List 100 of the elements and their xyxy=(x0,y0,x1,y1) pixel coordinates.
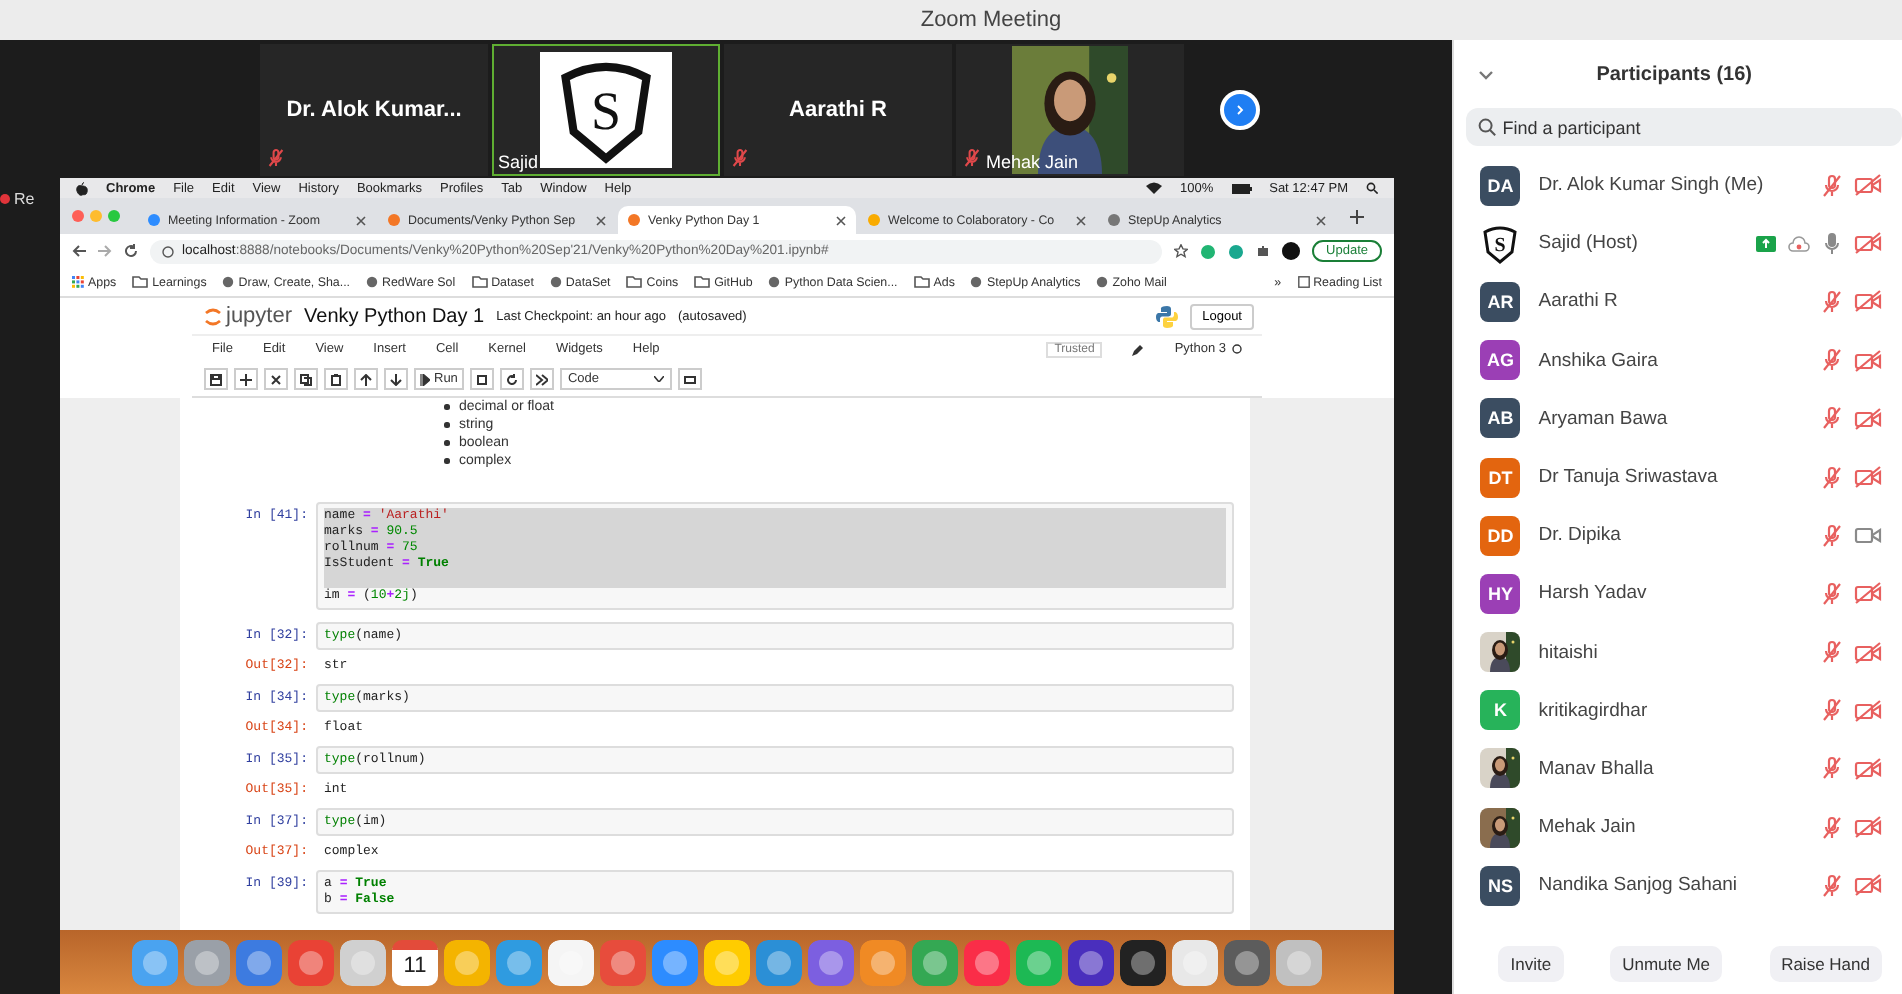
close-icon[interactable] xyxy=(1076,215,1086,225)
close-icon[interactable] xyxy=(836,215,846,225)
video-off-icon[interactable] xyxy=(1854,757,1882,780)
video-tile[interactable]: Dr. Alok Kumar... xyxy=(260,43,488,175)
video-off-icon[interactable] xyxy=(1854,349,1882,372)
forward-icon[interactable] xyxy=(98,244,112,258)
app-icon[interactable] xyxy=(652,939,698,985)
wifi-icon xyxy=(1145,182,1162,194)
close-icon[interactable] xyxy=(596,215,606,225)
muted-mic-icon[interactable] xyxy=(1822,873,1842,898)
participant-name: Dr. Alok Kumar... xyxy=(286,97,462,121)
tool-icon xyxy=(683,373,696,385)
app-icon[interactable] xyxy=(704,939,750,985)
video-off-icon[interactable] xyxy=(1854,874,1882,897)
search-field[interactable]: Find a participant xyxy=(1466,108,1902,146)
panel-button[interactable]: Invite xyxy=(1498,946,1564,983)
video-icon[interactable] xyxy=(1854,524,1882,547)
muted-mic-icon[interactable] xyxy=(1822,756,1842,781)
app-icon[interactable] xyxy=(132,939,178,985)
participant-name: Sajid (Host) xyxy=(1538,232,1640,255)
app-icon[interactable] xyxy=(1120,939,1166,985)
app-icon[interactable] xyxy=(1068,939,1114,985)
participant-name: Dr Tanuja Sriwastava xyxy=(1538,466,1720,489)
app-icon[interactable] xyxy=(808,939,854,985)
participant-name: kritikagirdhar xyxy=(1538,699,1650,722)
toolbar-button[interactable] xyxy=(234,368,258,390)
app-icon[interactable] xyxy=(756,939,802,985)
video-off-icon[interactable] xyxy=(1854,816,1882,839)
app-icon[interactable] xyxy=(1276,939,1322,985)
muted-mic-icon[interactable] xyxy=(1822,348,1842,373)
toolbar-button[interactable] xyxy=(677,368,702,390)
pencil-icon[interactable] xyxy=(1132,343,1145,355)
toolbar-button[interactable] xyxy=(294,368,318,390)
video-off-icon[interactable] xyxy=(1854,466,1882,489)
star-icon[interactable] xyxy=(1174,244,1189,258)
back-icon[interactable] xyxy=(72,244,86,258)
video-off-icon[interactable] xyxy=(1854,232,1882,255)
app-icon[interactable] xyxy=(1172,939,1218,985)
app-icon[interactable] xyxy=(548,939,594,985)
jupyter-logo-icon xyxy=(204,305,222,327)
participant-name: Aryaman Bawa xyxy=(1538,407,1670,430)
app-icon[interactable] xyxy=(1224,939,1270,985)
app-icon[interactable] xyxy=(444,939,490,985)
panel-button[interactable]: Unmute Me xyxy=(1610,946,1723,983)
mic-icon[interactable] xyxy=(1822,231,1842,256)
avatar: HY xyxy=(1480,573,1521,614)
muted-mic-icon[interactable] xyxy=(1822,523,1842,548)
profile-icon[interactable] xyxy=(1282,242,1301,260)
calendar-icon[interactable]: 11 xyxy=(392,939,438,985)
muted-mic-icon[interactable] xyxy=(1822,406,1842,431)
next-page-button[interactable] xyxy=(1220,89,1260,129)
participant-name: Aarathi R xyxy=(1538,290,1620,313)
video-off-icon[interactable] xyxy=(1854,582,1882,605)
bullet xyxy=(444,458,449,464)
chevron-down-icon[interactable] xyxy=(1478,69,1495,79)
toolbar-button[interactable] xyxy=(469,368,494,390)
video-tile[interactable]: Mehak Jain xyxy=(956,43,1184,175)
video-off-icon[interactable] xyxy=(1854,699,1882,722)
video-tile[interactable]: S Sajid xyxy=(492,43,720,175)
video-off-icon[interactable] xyxy=(1854,641,1882,664)
toolbar-button[interactable] xyxy=(529,368,554,390)
muted-mic-icon[interactable] xyxy=(1822,815,1842,840)
tool-icon xyxy=(535,373,548,385)
video-off-icon[interactable] xyxy=(1854,407,1882,430)
tool-icon xyxy=(330,373,342,385)
toolbar-button[interactable] xyxy=(354,368,378,390)
apple-icon[interactable] xyxy=(76,181,88,195)
plus-icon[interactable] xyxy=(1350,209,1364,223)
folder-icon xyxy=(132,276,149,288)
toolbar-button[interactable] xyxy=(264,368,288,390)
app-icon[interactable] xyxy=(496,939,542,985)
notebook-title[interactable]: Venky Python Day 1 xyxy=(304,305,485,327)
app-icon[interactable] xyxy=(1016,939,1062,985)
toolbar-button[interactable] xyxy=(384,368,408,390)
close-icon[interactable] xyxy=(1316,215,1326,225)
toolbar-button[interactable] xyxy=(324,368,348,390)
minimize-dot[interactable] xyxy=(90,210,102,222)
toolbar-button[interactable] xyxy=(499,368,524,390)
reload-icon[interactable] xyxy=(124,244,138,258)
app-icon[interactable] xyxy=(184,939,230,985)
globe-icon xyxy=(1096,276,1109,288)
video-off-icon[interactable] xyxy=(1854,290,1882,313)
search-icon[interactable] xyxy=(1366,182,1378,194)
muted-mic-icon[interactable] xyxy=(1822,698,1842,723)
toolbar-button[interactable] xyxy=(204,368,228,390)
panel-button[interactable]: Raise Hand xyxy=(1769,946,1882,983)
muted-mic-icon[interactable] xyxy=(1822,289,1842,314)
close-icon[interactable] xyxy=(356,215,366,225)
video-tile[interactable]: Aarathi R xyxy=(724,43,952,175)
muted-mic-icon[interactable] xyxy=(1822,173,1842,198)
app-icon[interactable] xyxy=(340,939,386,985)
muted-mic-icon[interactable] xyxy=(1822,640,1842,665)
app-icon[interactable] xyxy=(860,939,906,985)
muted-mic-icon[interactable] xyxy=(1822,465,1842,490)
folder-icon xyxy=(694,276,711,288)
app-icon[interactable] xyxy=(912,939,958,985)
zoom-dot[interactable] xyxy=(108,210,120,222)
close-dot[interactable] xyxy=(72,210,84,222)
video-off-icon[interactable] xyxy=(1854,174,1882,197)
muted-mic-icon[interactable] xyxy=(1822,581,1842,606)
